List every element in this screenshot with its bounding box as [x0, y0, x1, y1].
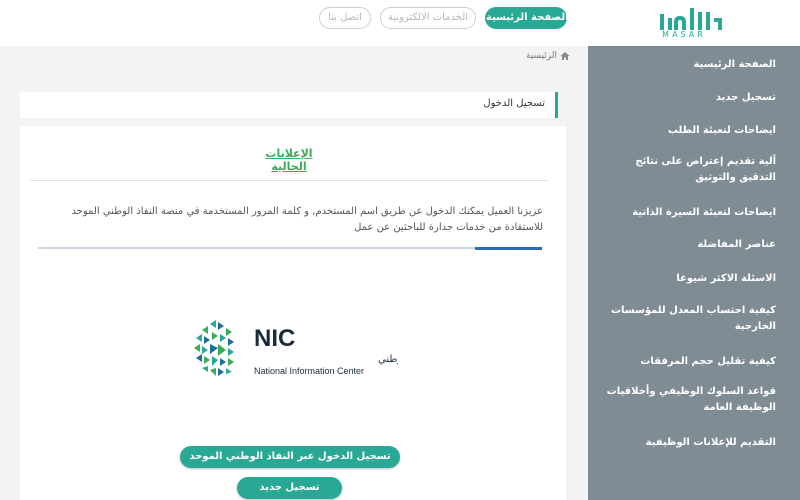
sidebar: الصفحة الرئيسية تسجيل جديد ايضاحات لتعبئ…: [588, 46, 800, 500]
nic-logo: NIC مركز المعلومات الوطني National Infor…: [194, 320, 398, 376]
nafath-login-button[interactable]: تسجيل الدخول عبر النفاذ الوطني الموحد: [180, 446, 400, 468]
home-icon: [560, 52, 570, 60]
header: الصفحة الرئيسية الخدمات الالكترونية اتصل…: [0, 0, 800, 46]
sidebar-item-home[interactable]: الصفحة الرئيسية: [596, 57, 776, 73]
breadcrumb-home-link[interactable]: الرئيسية: [526, 51, 557, 61]
logo-wordmark: MASAR: [662, 30, 706, 39]
sidebar-item-objection[interactable]: آلية تقديم إعتراض على نتائج التدقيق والت…: [596, 154, 776, 186]
nic-abbr: NIC: [254, 325, 295, 352]
sidebar-item-ethics[interactable]: قواعد السلوك الوظيفي وأخلاقيات الوظيفة ا…: [596, 384, 776, 416]
register-button[interactable]: تسجيل جديد: [237, 477, 342, 499]
divider-accent-line: [38, 247, 542, 249]
sidebar-item-criteria[interactable]: عناصر المفاضلة: [596, 237, 776, 253]
sidebar-item-faq[interactable]: الاسئلة الاكثر شيوعا: [596, 271, 776, 287]
breadcrumb: الرئيسية: [500, 51, 570, 61]
panel-title: تسجيل الدخول: [483, 98, 545, 109]
nav-home-button[interactable]: الصفحة الرئيسية: [485, 7, 569, 29]
sidebar-item-cv-help[interactable]: ايضاحات لتعبئة السيرة الذاتية: [596, 205, 776, 221]
divider: [30, 180, 548, 181]
divider-accent-bar: [475, 247, 542, 250]
nic-emblem-icon: [194, 320, 234, 376]
login-panel-header: تسجيل الدخول: [20, 92, 558, 118]
nav-e-services-button[interactable]: الخدمات الالكترونية: [380, 7, 476, 29]
login-notice-text: عزيزنا العميل يمكنك الدخول عن طريق اسم ا…: [71, 206, 543, 233]
sidebar-item-gpa[interactable]: كيفية احتساب المعدل للمؤسسات الخارجية: [596, 303, 776, 335]
nav-contact-button[interactable]: اتصل بنا: [319, 7, 371, 29]
current-ads-link[interactable]: الإعلانات الحالية: [248, 147, 330, 173]
sidebar-item-form-help[interactable]: ايضاحات لتعبئة الطلب: [596, 123, 776, 139]
sidebar-item-register[interactable]: تسجيل جديد: [596, 90, 776, 106]
sidebar-item-job-ads[interactable]: التقديم للإعلانات الوظيفية: [596, 435, 776, 451]
nic-name-ar: مركز المعلومات الوطني: [378, 354, 398, 365]
nic-name-en: National Information Center: [254, 366, 364, 376]
content-card: [20, 126, 566, 500]
sidebar-item-attachments[interactable]: كيفية تقليل حجم المرفقات: [596, 354, 776, 370]
